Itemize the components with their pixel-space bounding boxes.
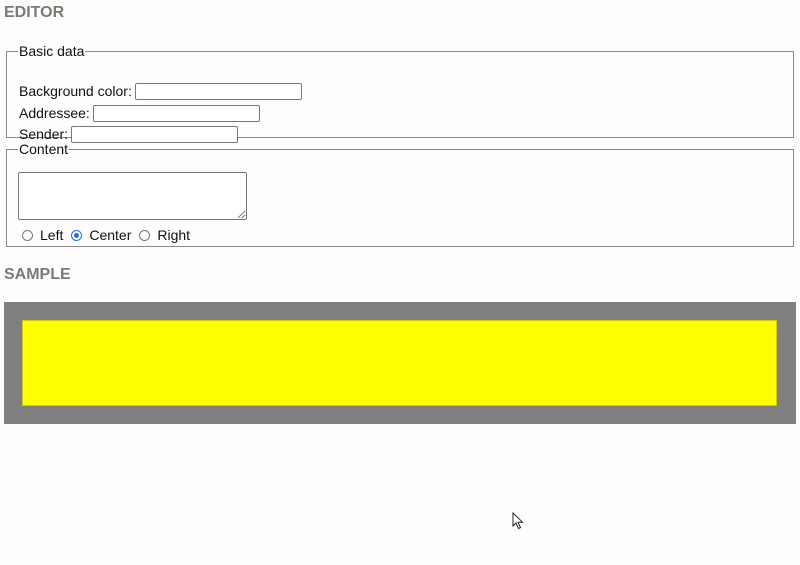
alignment-left-label: Left: [40, 227, 64, 243]
alignment-center-option[interactable]: Center: [71, 227, 131, 243]
alignment-radio-group: Left Center Right: [22, 225, 198, 245]
content-fieldset: Content Left Center Right: [6, 141, 794, 247]
background-color-label: Background color:: [19, 83, 132, 99]
content-textarea[interactable]: [18, 172, 247, 220]
alignment-center-label: Center: [89, 227, 132, 243]
alignment-right-option[interactable]: Right: [139, 227, 190, 243]
sender-label: Sender:: [19, 126, 69, 142]
editor-heading: EDITOR: [4, 4, 65, 21]
alignment-left-option[interactable]: Left: [22, 227, 63, 243]
alignment-center-radio[interactable]: [71, 229, 83, 241]
sample-heading: SAMPLE: [4, 266, 71, 283]
addressee-label: Addressee:: [19, 105, 90, 121]
arrow-pointer-icon: [512, 512, 524, 530]
background-color-row: Background color:: [19, 81, 302, 101]
alignment-left-radio[interactable]: [22, 229, 33, 241]
background-color-input[interactable]: [134, 82, 302, 100]
basic-data-fieldset: Basic data Background color: Addressee: …: [6, 43, 794, 143]
addressee-row: Addressee:: [19, 103, 260, 123]
addressee-input[interactable]: [92, 104, 260, 122]
sample-preview-card: [22, 320, 777, 406]
content-legend: Content: [19, 141, 69, 157]
sample-preview-frame: [4, 302, 796, 424]
alignment-right-label: Right: [157, 227, 191, 243]
alignment-right-radio[interactable]: [139, 229, 151, 241]
basic-data-legend: Basic data: [19, 43, 85, 59]
sender-input[interactable]: [71, 125, 239, 143]
